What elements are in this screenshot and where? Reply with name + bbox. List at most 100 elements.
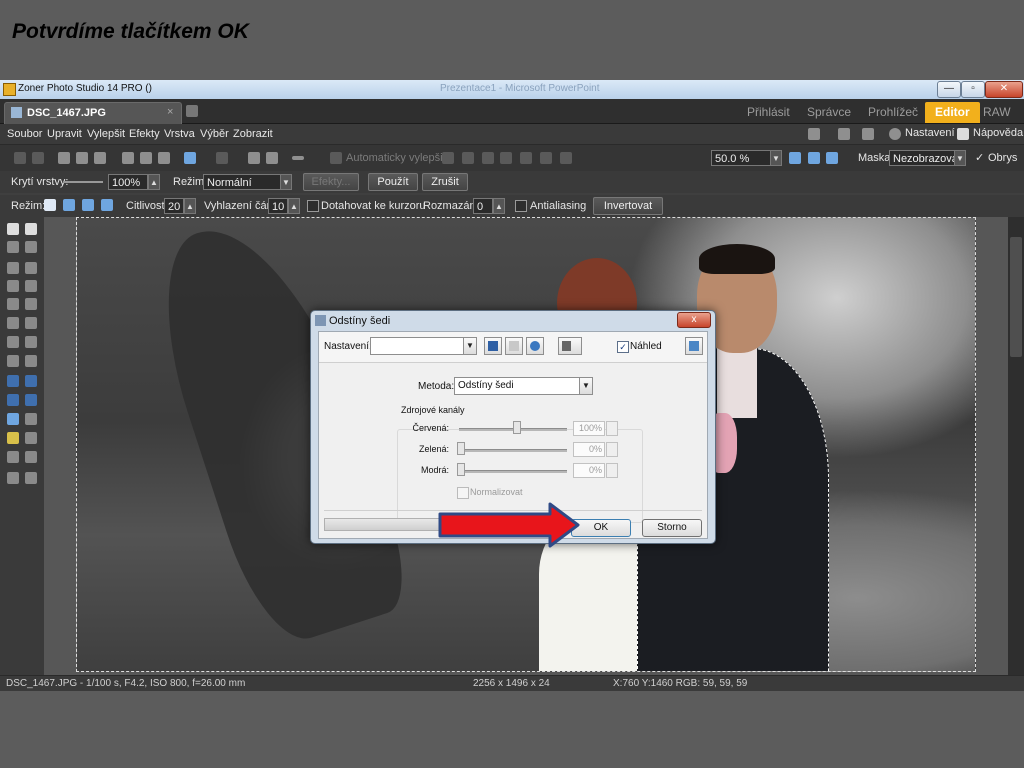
subtract-selection-icon[interactable] [82, 199, 94, 211]
reset-preset-icon[interactable] [526, 337, 544, 355]
frame-tool-icon[interactable] [25, 472, 37, 484]
pen-tool-icon[interactable] [7, 355, 19, 367]
fit-height-icon[interactable] [808, 152, 820, 164]
blend-mode-select[interactable]: Normální [203, 174, 281, 190]
help-link[interactable]: Nápověda [973, 127, 1023, 139]
menu-effects[interactable]: Efekty [129, 128, 160, 140]
method-dropdown-arrow[interactable]: ▼ [579, 377, 593, 395]
print-icon[interactable] [94, 152, 106, 164]
redo-icon[interactable] [216, 152, 228, 164]
mode-raw[interactable]: RAW [973, 102, 1021, 123]
burn-tool-icon[interactable] [25, 317, 37, 329]
channel-blue-spinner[interactable] [606, 463, 618, 478]
actual-size-icon[interactable] [826, 152, 838, 164]
settings-link[interactable]: Nastavení [905, 127, 955, 139]
channel-red-value[interactable]: 100% [573, 421, 605, 436]
close-tab-icon[interactable]: × [167, 106, 173, 118]
sensitivity-field[interactable]: 20 [164, 198, 184, 214]
auto-enhance-icon[interactable] [330, 152, 342, 164]
smoothing-field[interactable]: 10 [268, 198, 288, 214]
hand-tool-icon[interactable] [25, 223, 37, 235]
cancel-button[interactable]: Storno [642, 519, 702, 537]
transform-icon[interactable] [248, 152, 260, 164]
heal-tool-icon[interactable] [7, 280, 19, 292]
rect-select-tool-icon[interactable] [7, 375, 19, 387]
menu-view[interactable]: Zobrazit [233, 128, 273, 140]
normalize-checkbox[interactable] [457, 487, 469, 499]
zoom-tool-icon[interactable] [7, 223, 19, 235]
channel-red-spinner[interactable] [606, 421, 618, 436]
preset-dropdown-arrow[interactable]: ▼ [463, 337, 477, 355]
zoom-field[interactable]: 50.0 % [711, 150, 771, 166]
user-icon[interactable] [862, 128, 874, 140]
line-icon[interactable] [292, 156, 304, 160]
mode-viewer[interactable]: Prohlížeč [858, 102, 928, 123]
save-preset-icon[interactable] [484, 337, 502, 355]
split-view-icon[interactable] [685, 337, 703, 355]
outline-check-icon[interactable]: ✓ [975, 151, 984, 164]
clone-tool-icon[interactable] [25, 262, 37, 274]
vertical-scrollbar[interactable] [1008, 217, 1024, 675]
back-icon[interactable] [14, 152, 26, 164]
channel-green-value[interactable]: 0% [573, 442, 605, 457]
print-effect-icon[interactable] [560, 152, 572, 164]
menu-enhance[interactable]: Vylepšit [87, 128, 125, 140]
fit-icon[interactable] [789, 152, 801, 164]
mask-dropdown-arrow[interactable]: ▼ [954, 150, 966, 166]
dialog-close-button[interactable]: x [677, 312, 711, 328]
straighten-tool-icon[interactable] [25, 241, 37, 253]
smoothing-spinner[interactable]: ▲ [288, 198, 300, 214]
antialias-checkbox[interactable] [515, 200, 527, 212]
new-tab-icon[interactable] [186, 105, 198, 117]
crop-tool-icon[interactable] [7, 241, 19, 253]
crop-icon[interactable] [520, 152, 532, 164]
open-icon[interactable] [58, 152, 70, 164]
auto-enhance-label[interactable]: Automaticky vylepšit [346, 152, 446, 164]
compare-mode-icon[interactable] [558, 337, 582, 355]
close-window-button[interactable]: ✕ [985, 81, 1023, 98]
gradient-tool-icon[interactable] [25, 432, 37, 444]
text-tool-icon[interactable] [25, 451, 37, 463]
paste-icon[interactable] [140, 152, 152, 164]
minimize-button[interactable]: — [937, 81, 961, 98]
sensitivity-spinner[interactable]: ▲ [184, 198, 196, 214]
shape-tool-icon[interactable] [7, 451, 19, 463]
copy-icon[interactable] [122, 152, 134, 164]
stamp-tool-icon[interactable] [25, 298, 37, 310]
magnetic-lasso-tool-icon[interactable] [7, 413, 19, 425]
curves-icon[interactable] [462, 152, 474, 164]
magic-select-tool-icon[interactable] [25, 394, 37, 406]
magic-wand-tool-icon[interactable] [25, 413, 37, 425]
forward-icon[interactable] [32, 152, 44, 164]
red-eye-tool-icon[interactable] [7, 262, 19, 274]
lasso-tool-icon[interactable] [7, 298, 19, 310]
channel-green-spinner[interactable] [606, 442, 618, 457]
monitor-icon[interactable] [838, 128, 850, 140]
image-menu-icon[interactable] [808, 128, 820, 140]
paste-new-icon[interactable] [158, 152, 170, 164]
preset-select[interactable] [370, 337, 464, 355]
channel-green-thumb[interactable] [457, 442, 465, 455]
invert-button[interactable]: Invertovat [593, 197, 663, 215]
zoom-dropdown-arrow[interactable]: ▼ [770, 150, 782, 166]
delete-preset-icon[interactable] [505, 337, 523, 355]
channel-red-thumb[interactable] [513, 421, 521, 434]
undo-icon[interactable] [184, 152, 196, 164]
menu-file[interactable]: Soubor [7, 128, 42, 140]
scrollbar-thumb[interactable] [1010, 237, 1022, 357]
resize-icon[interactable] [266, 152, 278, 164]
apply-button[interactable]: Použít [368, 173, 418, 191]
paint-tool-icon[interactable] [7, 432, 19, 444]
channel-blue-value[interactable]: 0% [573, 463, 605, 478]
channel-blue-thumb[interactable] [457, 463, 465, 476]
mode-editor[interactable]: Editor [925, 102, 980, 123]
dodge-tool-icon[interactable] [7, 317, 19, 329]
eraser-tool-icon[interactable] [25, 355, 37, 367]
document-tab[interactable]: DSC_1467.JPG × [4, 102, 182, 124]
menu-layer[interactable]: Vrstva [164, 128, 195, 140]
blend-mode-dropdown-arrow[interactable]: ▼ [280, 174, 292, 190]
color-icon[interactable] [500, 152, 512, 164]
blur-field[interactable]: 0 [473, 198, 493, 214]
smudge-tool-icon[interactable] [25, 336, 37, 348]
retouch-tool-icon[interactable] [25, 280, 37, 292]
